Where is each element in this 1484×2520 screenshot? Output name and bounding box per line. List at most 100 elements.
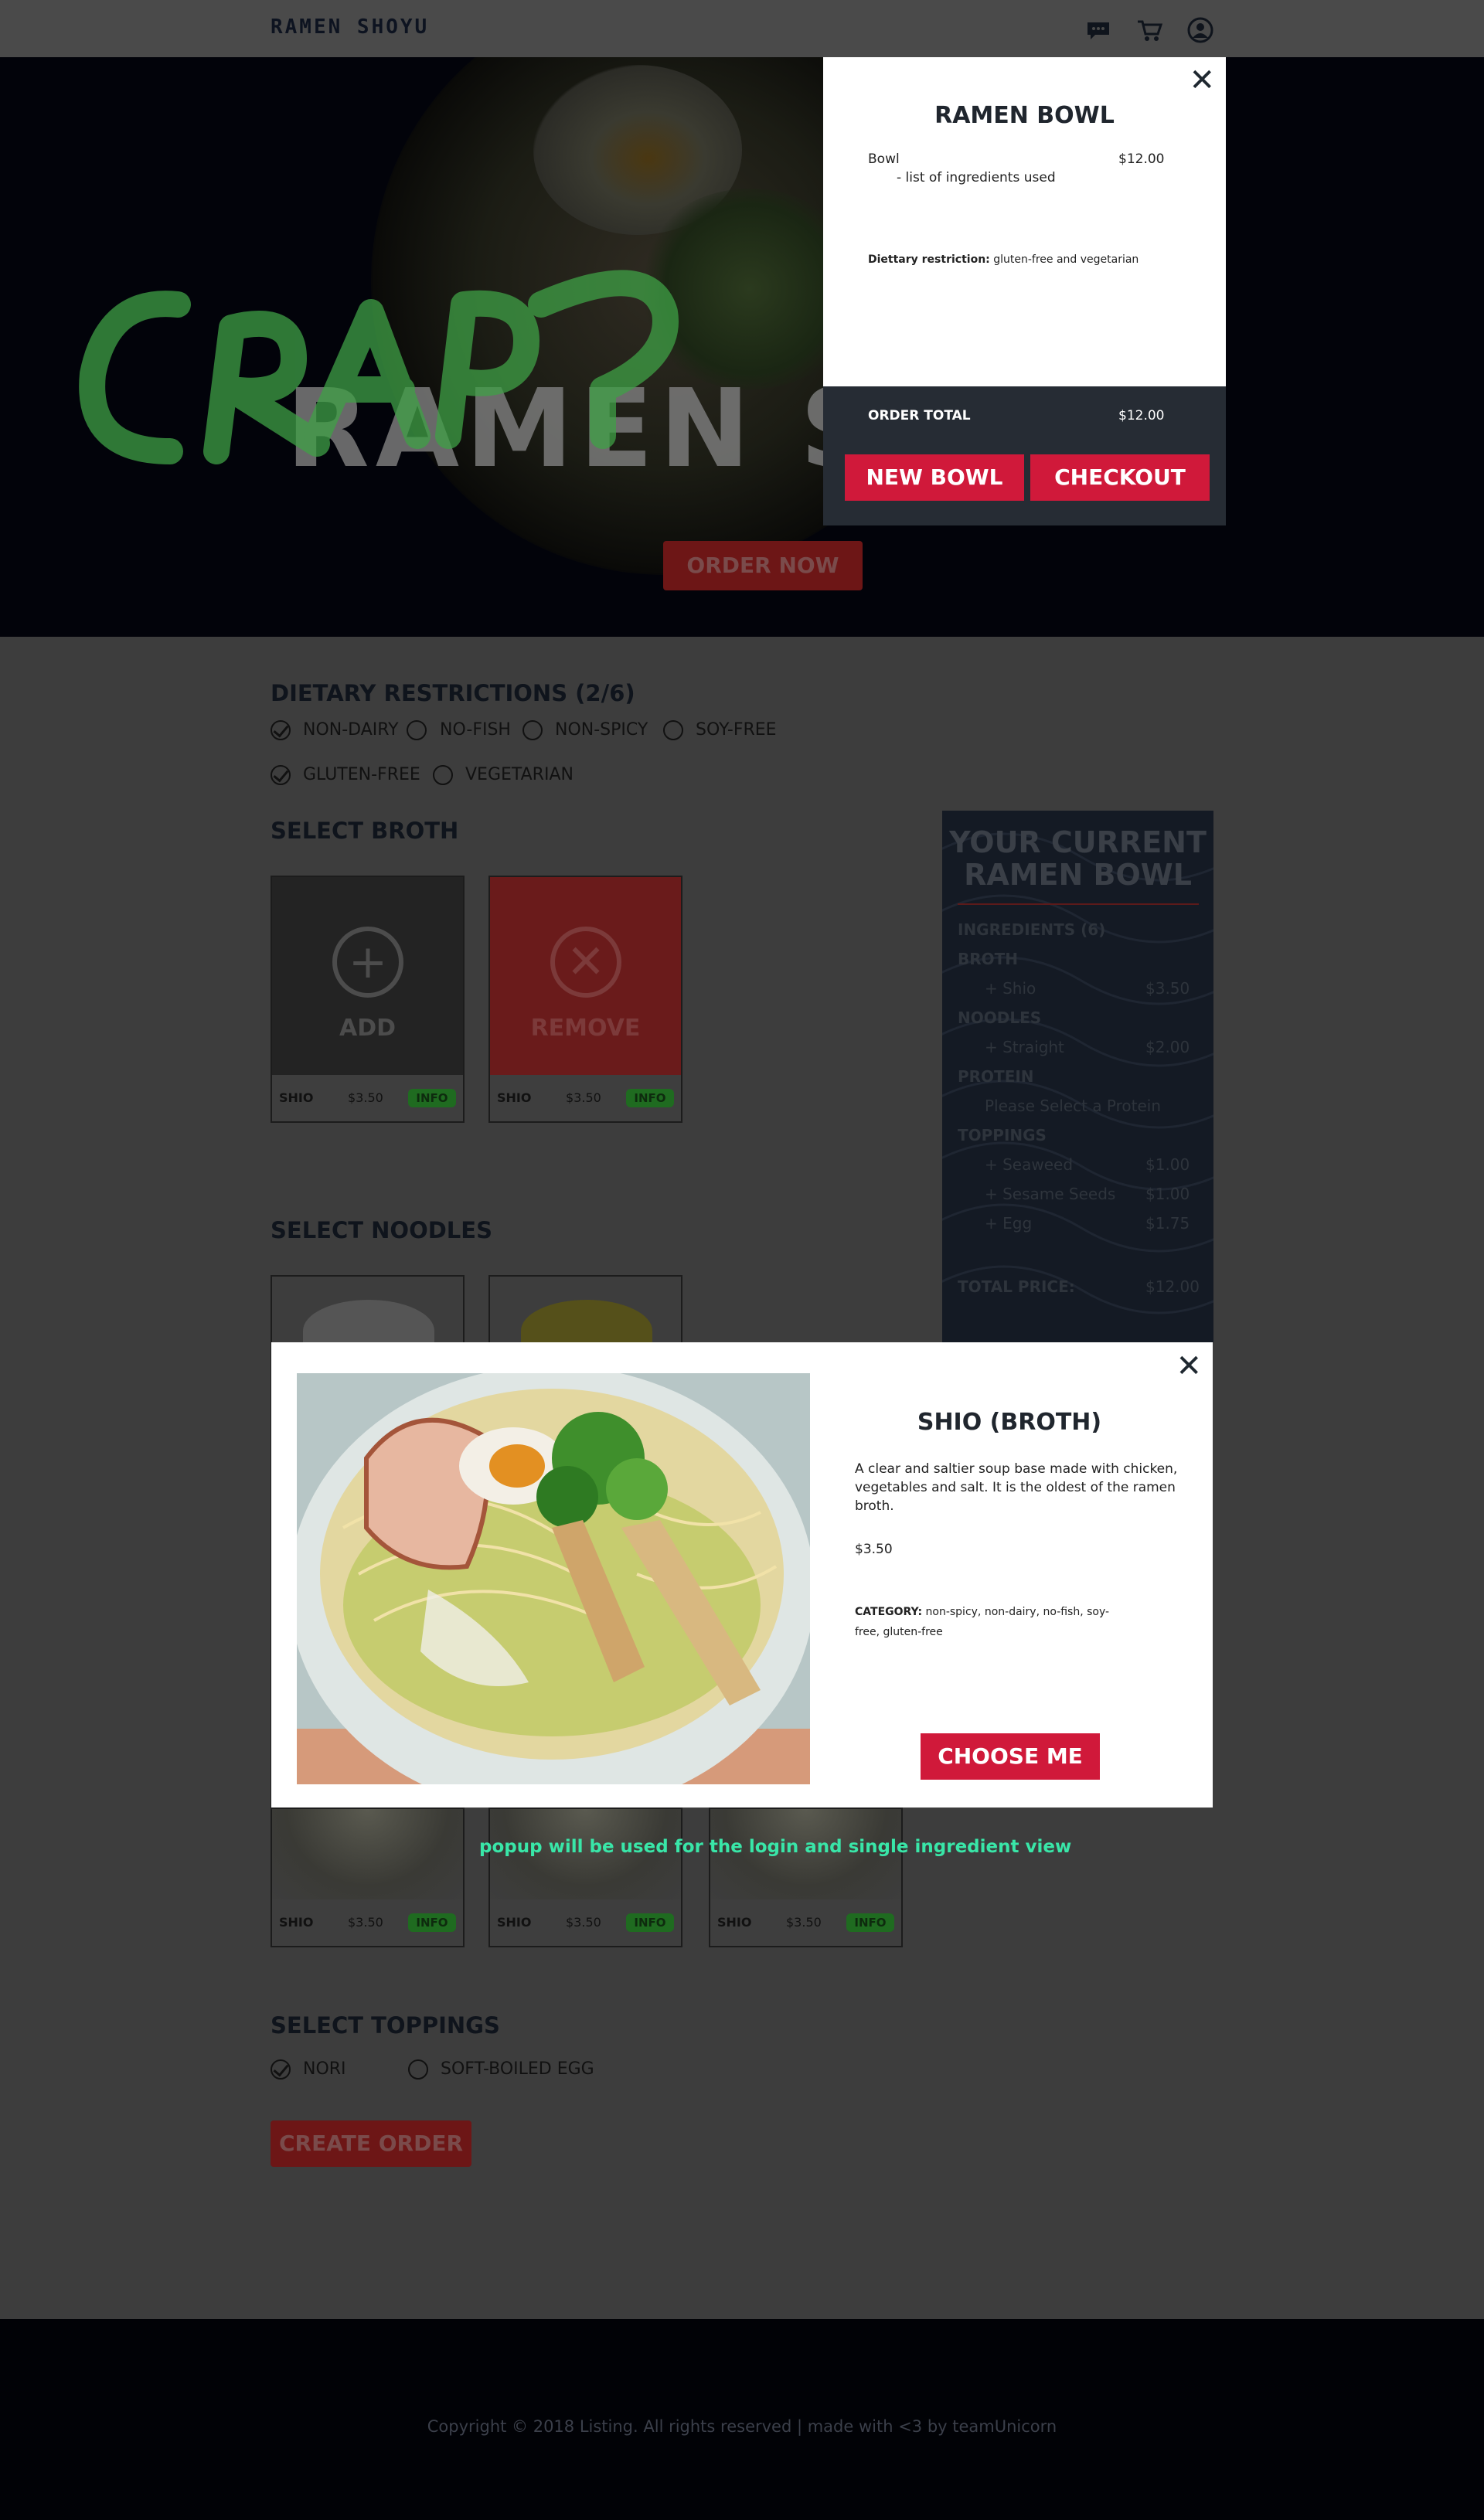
noodle-image bbox=[272, 1809, 463, 1899]
shio-ramen-photo bbox=[297, 1373, 810, 1784]
chat-icon[interactable] bbox=[1085, 17, 1111, 43]
card-footer: SHIO $3.50 INFO bbox=[272, 1899, 463, 1946]
protein-label: PROTEIN bbox=[958, 1067, 1034, 1086]
card-footer: SHIO $3.50 INFO bbox=[710, 1899, 901, 1946]
broth-heading: SELECT BROTH bbox=[271, 818, 459, 844]
popup-title: SHIO (BROTH) bbox=[917, 1409, 1102, 1436]
choose-me-button[interactable]: CHOOSE ME bbox=[921, 1733, 1100, 1780]
cart-ingredients-note: - list of ingredients used bbox=[897, 170, 1056, 185]
broth-price: $3.50 bbox=[1145, 979, 1190, 998]
cart-diet-label: Diettary restriction: bbox=[868, 253, 990, 266]
broth-card-add[interactable]: + ADD SHIO $3.50 INFO bbox=[271, 876, 465, 1123]
option-label: NON-DAIRY bbox=[303, 720, 399, 740]
card-footer: SHIO $3.50 INFO bbox=[490, 1075, 681, 1121]
remove-icon: ✕ bbox=[550, 927, 621, 998]
card-footer: SHIO $3.50 INFO bbox=[272, 1075, 463, 1121]
close-icon[interactable]: ✕ bbox=[1189, 65, 1215, 96]
checkbox-soft-boiled-egg[interactable] bbox=[408, 2059, 428, 2080]
noodle-card-a[interactable]: SHIO $3.50 INFO bbox=[271, 1808, 465, 1947]
card-price: $3.50 bbox=[348, 1915, 383, 1930]
total-price-label: TOTAL PRICE: bbox=[958, 1277, 1075, 1296]
card-name: SHIO bbox=[279, 1915, 314, 1930]
top-nav: RAMEN SHOYU bbox=[0, 0, 1484, 57]
cart-diet-value: gluten-free and vegetarian bbox=[993, 253, 1139, 266]
category-label: CATEGORY: bbox=[855, 1606, 923, 1618]
checkbox-no-fish[interactable] bbox=[407, 720, 427, 740]
summary-title: YOUR CURRENT RAMEN BOWL bbox=[949, 825, 1207, 892]
checkbox-soy-free[interactable] bbox=[663, 720, 683, 740]
info-button[interactable]: INFO bbox=[626, 1089, 674, 1107]
topping-price: $1.75 bbox=[1145, 1214, 1190, 1233]
checkbox-gluten-free[interactable] bbox=[271, 765, 291, 785]
divider bbox=[958, 903, 1199, 905]
checkbox-non-spicy[interactable] bbox=[522, 720, 543, 740]
option-label: NO-FISH bbox=[440, 720, 511, 740]
card-price: $3.50 bbox=[566, 1915, 601, 1930]
toppings-label: TOPPINGS bbox=[958, 1126, 1047, 1144]
topping-item: + Seaweed bbox=[985, 1155, 1074, 1174]
broth-item: + Shio bbox=[985, 979, 1036, 998]
annotation-note: popup will be used for the login and sin… bbox=[479, 1837, 1072, 1857]
add-label: ADD bbox=[339, 1015, 397, 1042]
option-label: SOFT-BOILED EGG bbox=[441, 2059, 594, 2079]
info-button[interactable]: INFO bbox=[408, 1913, 456, 1932]
card-name: SHIO bbox=[279, 1090, 314, 1105]
copyright-text: Copyright © 2018 Listing. All rights res… bbox=[427, 2417, 1057, 2436]
noodles-label: NOODLES bbox=[958, 1008, 1042, 1027]
checkout-button[interactable]: CHECKOUT bbox=[1030, 454, 1210, 501]
card-price: $3.50 bbox=[348, 1090, 383, 1105]
info-button[interactable]: INFO bbox=[408, 1089, 456, 1107]
scribble-overlay bbox=[79, 270, 679, 464]
cart-title: RAMEN BOWL bbox=[934, 102, 1115, 129]
topping-item: + Sesame Seeds bbox=[985, 1185, 1116, 1203]
noodles-item: + Straight bbox=[985, 1038, 1064, 1056]
protein-item: Please Select a Protein bbox=[985, 1097, 1162, 1115]
broth-image: + ADD bbox=[272, 877, 463, 1075]
checkbox-nori[interactable] bbox=[271, 2059, 291, 2080]
new-bowl-button[interactable]: NEW BOWL bbox=[845, 454, 1024, 501]
cart-dietary-restriction: Diettary restriction: gluten-free and ve… bbox=[868, 253, 1139, 266]
cart-icon[interactable] bbox=[1136, 17, 1162, 43]
option-label: GLUTEN-FREE bbox=[303, 765, 420, 784]
topping-price: $1.00 bbox=[1145, 1185, 1190, 1203]
option-label: SOY-FREE bbox=[696, 720, 777, 740]
current-bowl-summary: YOUR CURRENT RAMEN BOWL INGREDIENTS (6) … bbox=[942, 811, 1213, 1342]
noodle-card-b[interactable]: SHIO $3.50 INFO bbox=[488, 1808, 682, 1947]
card-footer: SHIO $3.50 INFO bbox=[490, 1899, 681, 1946]
total-price-value: $12.00 bbox=[1145, 1277, 1200, 1296]
checkbox-vegetarian[interactable] bbox=[433, 765, 453, 785]
card-name: SHIO bbox=[497, 1915, 532, 1930]
hero-banner: RAMEN S ORDER NOW bbox=[0, 57, 1484, 637]
noodles-heading: SELECT NOODLES bbox=[271, 1217, 492, 1243]
user-icon[interactable] bbox=[1187, 17, 1213, 43]
popup-category: CATEGORY: non-spicy, non-dairy, no-fish,… bbox=[855, 1602, 1133, 1642]
broth-image: ✕ REMOVE bbox=[490, 877, 681, 1075]
order-total-label: ORDER TOTAL bbox=[868, 408, 971, 423]
topping-item: + Egg bbox=[985, 1214, 1033, 1233]
checkbox-non-dairy[interactable] bbox=[271, 720, 291, 740]
order-now-button[interactable]: ORDER NOW bbox=[663, 541, 863, 590]
card-name: SHIO bbox=[717, 1915, 752, 1930]
popup-description: A clear and saltier soup base made with … bbox=[855, 1461, 1178, 1514]
ingredient-popup: ✕ SHIO (BROTH) A clear and saltier soup … bbox=[271, 1342, 1213, 1808]
info-button[interactable]: INFO bbox=[626, 1913, 674, 1932]
ingredients-count: INGREDIENTS (6) bbox=[958, 920, 1106, 939]
cart-item-price: $12.00 bbox=[1118, 151, 1165, 167]
info-button[interactable]: INFO bbox=[846, 1913, 894, 1932]
create-order-button[interactable]: CREATE ORDER bbox=[271, 2120, 471, 2167]
order-total-value: $12.00 bbox=[1118, 408, 1165, 423]
broth-card-remove[interactable]: ✕ REMOVE SHIO $3.50 INFO bbox=[488, 876, 682, 1123]
site-logo[interactable]: RAMEN SHOYU bbox=[271, 15, 429, 39]
dietary-heading: DIETARY RESTRICTIONS (2/6) bbox=[271, 680, 635, 706]
broth-label: BROTH bbox=[958, 950, 1019, 968]
option-label: NON-SPICY bbox=[555, 720, 648, 740]
cart-popup: ✕ RAMEN BOWL Bowl $12.00 - list of ingre… bbox=[823, 57, 1226, 525]
card-name: SHIO bbox=[497, 1090, 532, 1105]
option-label: VEGETARIAN bbox=[465, 765, 574, 784]
noodle-card-c[interactable]: SHIO $3.50 INFO bbox=[709, 1808, 903, 1947]
topping-price: $1.00 bbox=[1145, 1155, 1190, 1174]
option-label: NORI bbox=[303, 2059, 346, 2079]
close-icon[interactable]: ✕ bbox=[1176, 1348, 1202, 1384]
toppings-heading: SELECT TOPPINGS bbox=[271, 2012, 500, 2039]
plus-icon: + bbox=[332, 927, 403, 998]
